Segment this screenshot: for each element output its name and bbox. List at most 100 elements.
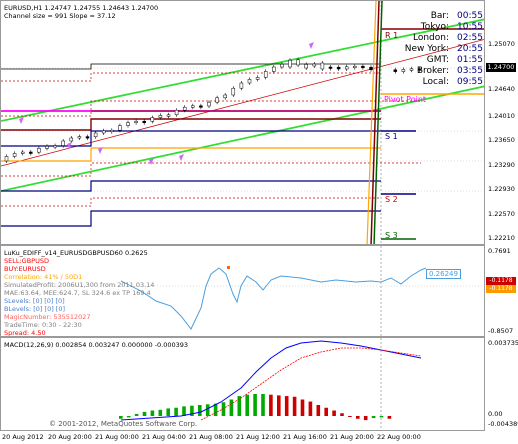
stat-line: SimulatedProfit: 2006U1,300 from 2011.03… bbox=[4, 281, 155, 289]
clock-panel: Bar: 00:55 Tokyo: 10:55 London: 02:55 New Y… bbox=[401, 11, 484, 88]
macd-bar bbox=[324, 407, 328, 416]
indicator-value-label: 0.26249 bbox=[426, 269, 461, 279]
macd-bar bbox=[300, 399, 305, 416]
candle-body bbox=[12, 153, 17, 157]
candle-body bbox=[61, 140, 65, 146]
price-tick: 1.24640 bbox=[488, 85, 515, 93]
clock-row-local: Local: 09:55 bbox=[422, 77, 483, 87]
price-chart-panel[interactable]: EURUSD,H1 1.24747 1.24755 1.24643 1.2470… bbox=[0, 0, 485, 245]
indicator-stats: SELL:GBPUSD BUY:EURUSD Correlation: 41% … bbox=[4, 257, 155, 336]
candle-body bbox=[158, 115, 163, 118]
time-tick: 21 Aug 16:00 bbox=[283, 433, 327, 441]
ediff-indicator-panel[interactable]: LuKu_EDIFF_v14_EURUSDGBPUSD60 0.2625 SEL… bbox=[0, 245, 485, 337]
macd-bar bbox=[363, 416, 368, 421]
time-tick: 21 Aug 12:00 bbox=[236, 433, 280, 441]
price-tick: 1.25070 bbox=[488, 40, 515, 48]
price-tick: 1.23650 bbox=[488, 136, 515, 144]
stat-line: TradeTime: 0:30 - 22:30 bbox=[4, 321, 82, 329]
candle-body bbox=[134, 120, 138, 123]
candle-body bbox=[199, 105, 203, 108]
macd-bar bbox=[229, 399, 234, 416]
macd-bar bbox=[332, 410, 336, 416]
price-tick: 1.23290 bbox=[488, 161, 515, 169]
macd-bar bbox=[182, 406, 186, 416]
level-s1-label: S 1 bbox=[385, 132, 398, 141]
stat-line: SLevels: [0] [0] [0] bbox=[4, 297, 65, 305]
clock-row-broker: Broker: 03:55 bbox=[416, 66, 483, 76]
time-tick: 20 Aug 20:00 bbox=[48, 433, 92, 441]
price-axis[interactable]: 1.25070 1.24640 1.24010 1.23650 1.23290 … bbox=[485, 0, 518, 245]
level-s3-label: S 3 bbox=[385, 231, 398, 240]
macd-tick: 0.00 bbox=[488, 410, 503, 418]
time-axis[interactable]: 20 Aug 2012 20 Aug 20:00 21 Aug 00:00 21… bbox=[0, 431, 485, 444]
candle-body bbox=[191, 105, 195, 108]
candle-body bbox=[320, 62, 325, 70]
macd-title: MACD(12,26,9) 0.002854 0.003247 0.000000… bbox=[4, 341, 189, 349]
band-lines bbox=[1, 72, 421, 207]
macd-bar bbox=[126, 416, 131, 418]
macd-bar bbox=[158, 409, 163, 416]
indicator-tick: -0.8507 bbox=[488, 327, 514, 335]
candle-body bbox=[29, 151, 33, 154]
level-pivot-label: Pivot Point bbox=[384, 95, 427, 104]
macd-bar bbox=[261, 394, 265, 416]
macd-axis[interactable]: 0.003735 0.00 -0.004389 bbox=[485, 337, 518, 431]
macd-bar bbox=[371, 416, 376, 419]
clock-row-gmt: GMT: 01:55 bbox=[426, 55, 483, 65]
candle-body bbox=[4, 156, 9, 162]
clock-row-london: London: 02:55 bbox=[412, 33, 483, 43]
level-r1-label: R 1 bbox=[385, 31, 399, 40]
macd-bar bbox=[174, 407, 178, 416]
indicator-title: LuKu_EDIFF_v14_EURUSDGBPUSD60 0.2625 bbox=[4, 249, 148, 257]
candle-body bbox=[93, 132, 98, 138]
macd-bar bbox=[253, 394, 257, 416]
price-tick: 1.22210 bbox=[488, 234, 515, 242]
spike-lines bbox=[366, 1, 383, 244]
macd-bar bbox=[348, 416, 352, 417]
candle-body bbox=[296, 59, 300, 66]
clock-row-tokyo: Tokyo: 10:55 bbox=[420, 22, 483, 32]
candle-body bbox=[304, 64, 308, 69]
candle-body bbox=[37, 148, 41, 153]
macd-panel[interactable]: © 2001-2012, MetaQuotes Software Corp. M… bbox=[0, 337, 485, 431]
indicator-tick: 0.7691 bbox=[488, 247, 511, 255]
clock-row-newyork: New York: 20:55 bbox=[404, 44, 483, 54]
candle-body bbox=[255, 77, 260, 80]
time-tick: 21 Aug 08:00 bbox=[189, 433, 233, 441]
macd-bar bbox=[308, 401, 313, 416]
time-tick: 21 Aug 04:00 bbox=[142, 433, 186, 441]
candle-body bbox=[101, 130, 106, 134]
signal-dot bbox=[227, 266, 230, 269]
candle-body bbox=[328, 66, 333, 69]
candle-body bbox=[150, 117, 155, 122]
candle-body bbox=[353, 65, 357, 68]
macd-tick: 0.003735 bbox=[488, 339, 518, 347]
candle-body bbox=[336, 66, 341, 70]
candle-body bbox=[174, 109, 179, 116]
copyright-text: © 2001-2012, MetaQuotes Software Corp. bbox=[49, 420, 197, 428]
mt4-chart-window[interactable]: EURUSD,H1 1.24747 1.24755 1.24643 1.2470… bbox=[0, 0, 518, 444]
macd-bar bbox=[150, 410, 155, 416]
stat-line: Correlation: 41% / 50D1 bbox=[4, 273, 83, 281]
candle-body bbox=[272, 66, 276, 72]
macd-histogram bbox=[119, 394, 392, 421]
macd-bar bbox=[134, 413, 139, 416]
channel-info: Channel size = 991 Slope = 37.12 bbox=[4, 12, 116, 20]
macd-bar bbox=[356, 416, 360, 419]
indicator-badge-red: -0.1178 bbox=[486, 277, 516, 285]
level-s2-label: S 2 bbox=[385, 195, 398, 204]
candle-body bbox=[369, 66, 373, 71]
macd-bar bbox=[221, 402, 226, 416]
price-tick: 1.22570 bbox=[488, 210, 515, 218]
macd-bar bbox=[379, 416, 384, 418]
macd-bar bbox=[269, 394, 273, 416]
macd-bar bbox=[142, 411, 147, 416]
candle-body bbox=[231, 87, 236, 96]
macd-bar bbox=[205, 404, 210, 416]
candle-body bbox=[53, 145, 57, 148]
time-tick: 21 Aug 20:00 bbox=[330, 433, 374, 441]
macd-tick: -0.004389 bbox=[488, 420, 518, 428]
macd-svg: © 2001-2012, MetaQuotes Software Corp. bbox=[49, 338, 422, 430]
indicator-badge-orange: -0.1178 bbox=[486, 285, 516, 293]
candle-body bbox=[312, 63, 317, 67]
